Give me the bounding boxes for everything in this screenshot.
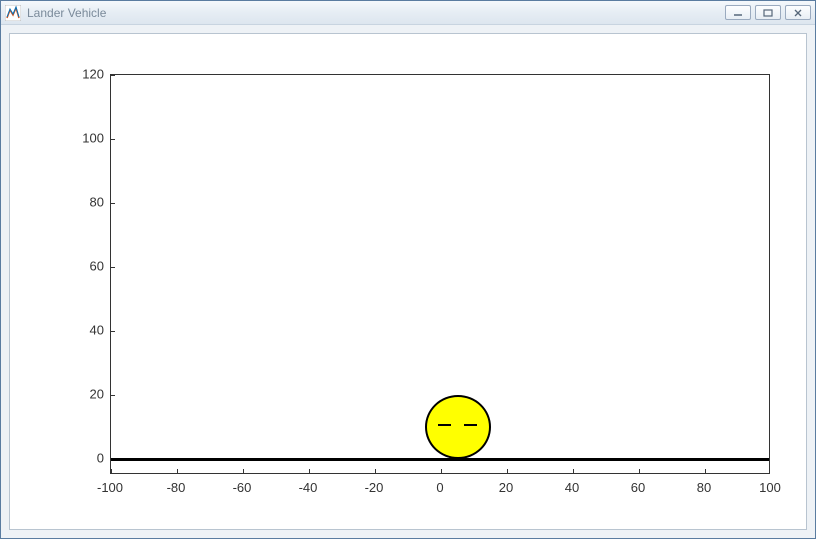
window-controls [725,5,811,20]
y-tick-label: 20 [90,387,104,402]
app-icon [5,5,21,21]
y-tick-label: 100 [82,131,104,146]
x-tick-label: 60 [631,480,645,495]
y-tick-label: 80 [90,195,104,210]
axes[interactable]: 020406080100120-100-80-60-40-20020406080… [110,74,770,474]
figure-area: 0 20 40 60 80 100 120 -100 -80 -60 -40 -20 0 20 40 60 80… [1,25,815,538]
x-tick-label: 100 [759,480,781,495]
y-tick-label: 60 [90,259,104,274]
figure-panel: 0 20 40 60 80 100 120 -100 -80 -60 -40 -20 0 20 40 60 80… [9,33,807,530]
figure-window: Lander Vehicle 0 20 40 60 80 100 120 -100 -80 -60… [0,0,816,539]
y-tick-label: 120 [82,67,104,82]
titlebar[interactable]: Lander Vehicle [1,1,815,25]
x-tick-label: 40 [565,480,579,495]
x-tick-label: -40 [299,480,318,495]
x-tick-label: -80 [167,480,186,495]
y-tick-label: 0 [97,451,104,466]
close-button[interactable] [785,5,811,20]
x-tick-label: -100 [97,480,123,495]
ground-line [111,458,769,461]
minimize-button[interactable] [725,5,751,20]
lander-body [425,395,491,459]
window-title: Lander Vehicle [27,6,725,20]
x-tick-label: -20 [365,480,384,495]
lander-eye [464,424,477,426]
x-tick-label: 20 [499,480,513,495]
lander-eye [438,424,451,426]
x-tick-label: 0 [436,480,443,495]
plot-box [110,74,770,474]
maximize-button[interactable] [755,5,781,20]
x-tick-label: -60 [233,480,252,495]
x-tick-label: 80 [697,480,711,495]
y-tick-label: 40 [90,323,104,338]
